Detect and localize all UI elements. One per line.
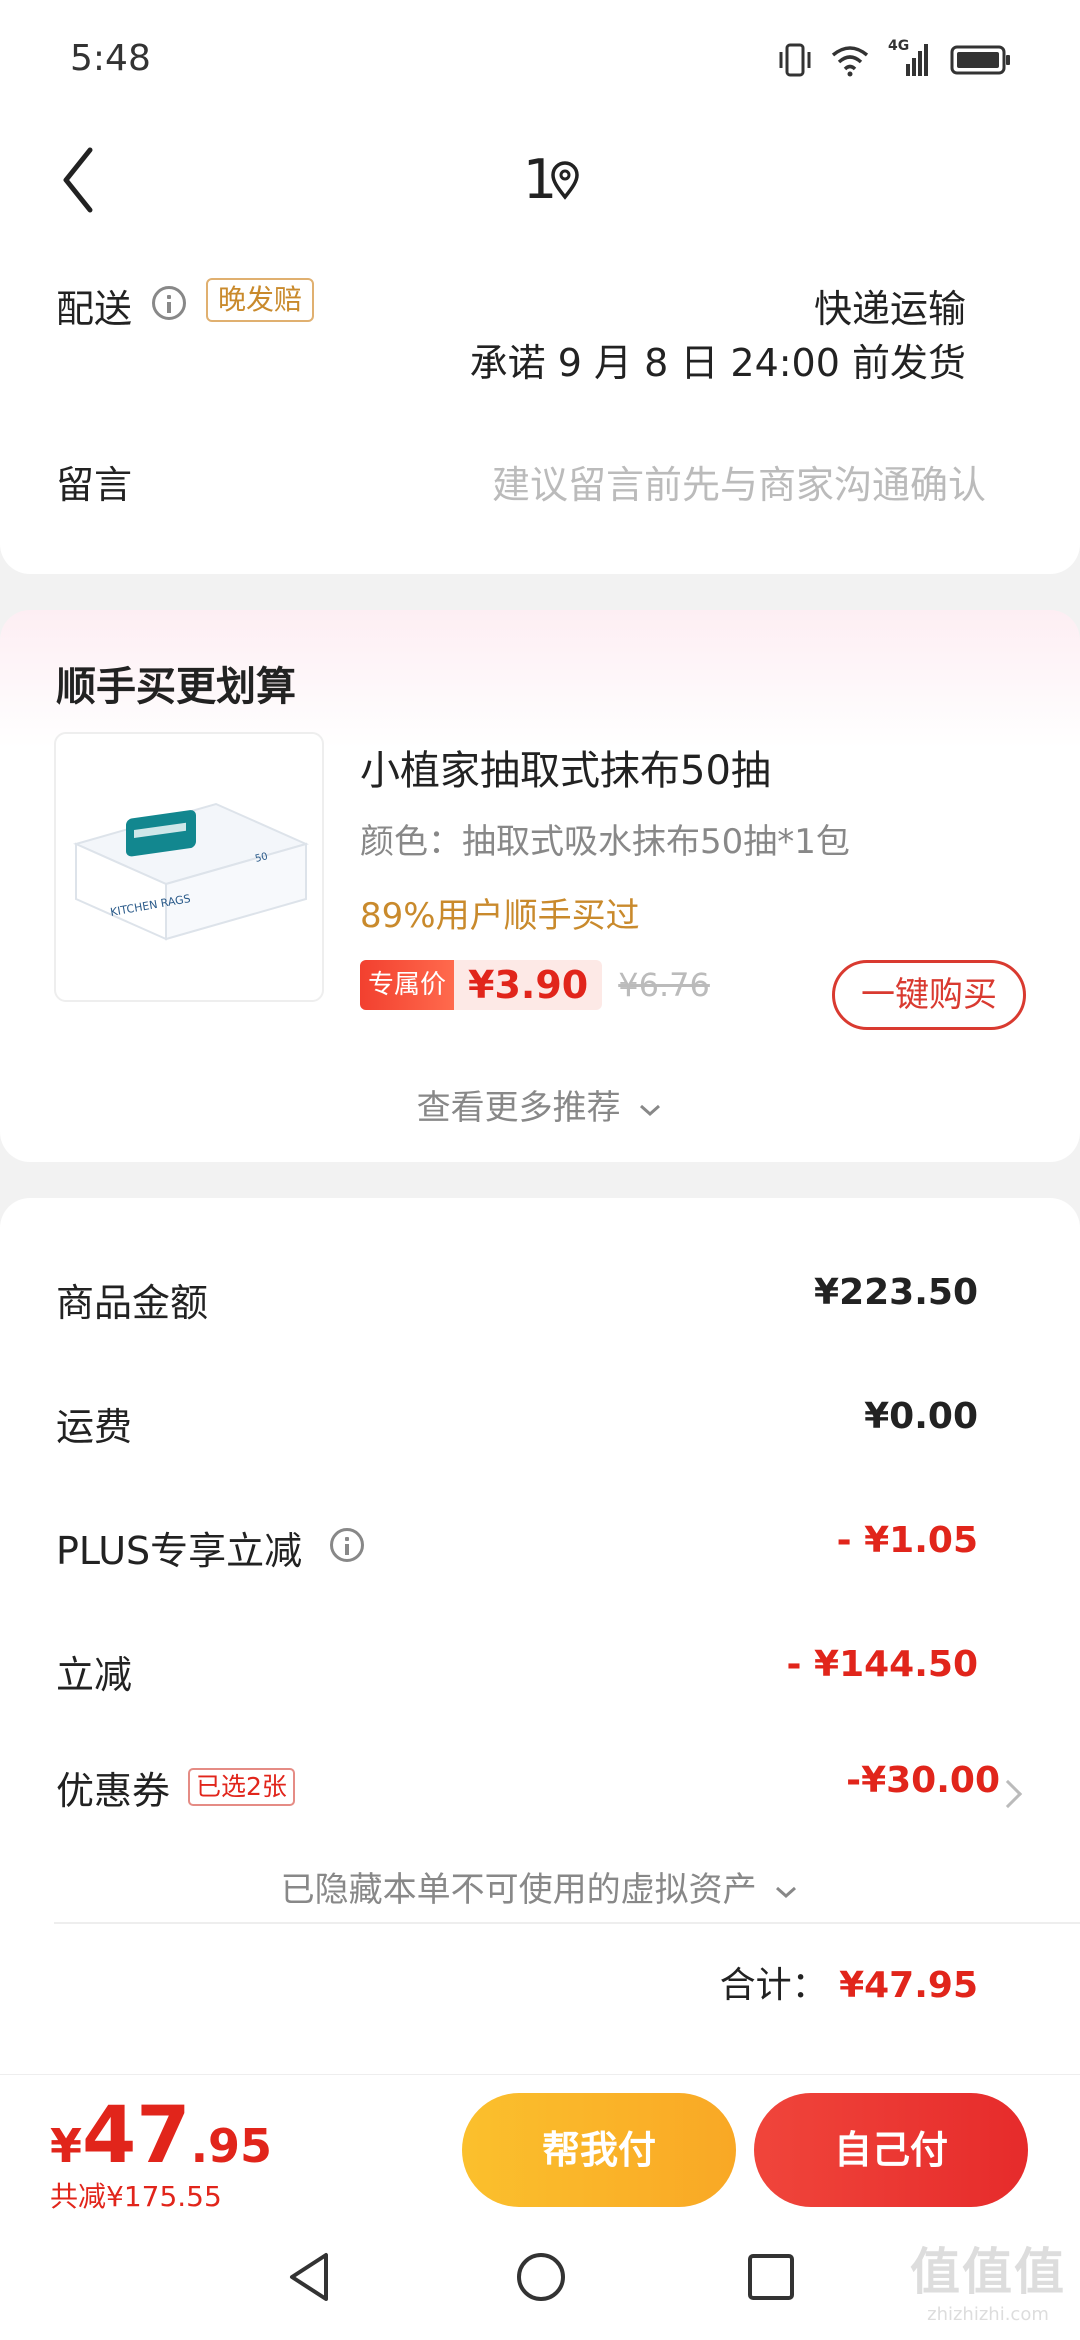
status-icons: 4G: [778, 38, 1012, 80]
goods-amount-label: 商品金额: [56, 1281, 209, 1325]
header: 1: [0, 120, 1080, 240]
total-label: 合计：: [719, 1965, 828, 2006]
status-time: 5:48: [70, 38, 151, 79]
delivery-card: 配送 晚发赔 快递运输 承诺 9 月 8 日 24:00 前发货 留言 建议留言…: [0, 240, 1080, 574]
help-pay-button[interactable]: 帮我付: [462, 2093, 736, 2207]
plus-discount-row: PLUS专享立减 - ¥1.05: [56, 1520, 978, 1580]
amounts-card: 商品金额 ¥223.50 运费 ¥0.00 PLUS专享立减 - ¥1.05 立…: [0, 1198, 1080, 2074]
hidden-assets-toggle[interactable]: 已隐藏本单不可使用的虚拟资产: [0, 1862, 1080, 1911]
location-pin-icon[interactable]: [548, 160, 582, 200]
wifi-icon: [831, 46, 869, 77]
page-title: 1: [522, 148, 558, 211]
payable-yen: ¥: [50, 2119, 83, 2173]
shipping-method[interactable]: 快递运输: [814, 278, 966, 333]
goods-amount-value: ¥223.50: [814, 1272, 978, 1313]
chevron-down-icon: [776, 1886, 797, 1898]
watermark-sub: zhizhizhi.com: [927, 2304, 1049, 2325]
divider: [54, 1922, 1080, 1924]
shipping-fee-row: 运费 ¥0.00: [56, 1396, 978, 1456]
payable-amount: ¥47.95: [50, 2091, 272, 2181]
recommend-card: 顺手买更划算 KITCHEN RAGS 50 小植家抽取式抹布50抽 颜色：抽取…: [0, 610, 1080, 1162]
plus-discount-label: PLUS专享立减: [56, 1529, 303, 1573]
coupon-label: 优惠券: [56, 1769, 171, 1813]
delivery-info-icon[interactable]: [152, 286, 186, 320]
hidden-assets-label: 已隐藏本单不可使用的虚拟资产: [280, 1870, 757, 1910]
nav-recent-icon[interactable]: [746, 2252, 796, 2302]
message-input[interactable]: 建议留言前先与商家沟通确认: [492, 454, 986, 509]
nav-back-icon[interactable]: [286, 2250, 334, 2304]
signal-icon: 4G: [888, 38, 932, 78]
bottom-pay-bar: ¥47.95 共减¥175.55 帮我付 自己付: [0, 2074, 1080, 2214]
shipping-promise: 承诺 9 月 8 日 24:00 前发货: [469, 341, 966, 385]
instant-discount-row: 立减 - ¥144.50: [56, 1644, 978, 1704]
plus-info-icon[interactable]: [330, 1528, 364, 1562]
order-total: 合计： ¥47.95: [720, 1956, 978, 2008]
nav-home-icon[interactable]: [514, 2250, 568, 2304]
shipping-fee-label: 运费: [56, 1405, 133, 1449]
chevron-down-icon: [640, 1104, 661, 1116]
product-price: 专属价 ¥3.90 ¥6.76: [360, 958, 710, 1012]
delivery-label: 配送: [56, 287, 133, 331]
battery-icon: [950, 45, 1010, 75]
total-saved: 共减¥175.55: [50, 2180, 222, 2213]
coupon-selected-tag: 已选2张: [188, 1768, 295, 1806]
product-name[interactable]: 小植家抽取式抹布50抽: [360, 738, 771, 796]
self-pay-button[interactable]: 自己付: [754, 2093, 1028, 2207]
status-bar: 5:48 4G: [0, 0, 1080, 120]
recommend-title: 顺手买更划算: [56, 664, 296, 710]
total-value: ¥47.95: [839, 1965, 978, 2006]
see-more-label: 查看更多推荐: [416, 1088, 621, 1128]
original-price: ¥6.76: [618, 966, 710, 1004]
coupon-value: -¥30.00: [846, 1760, 1000, 1801]
one-click-buy-button[interactable]: 一键购买: [832, 960, 1026, 1030]
plus-discount-value: - ¥1.05: [836, 1520, 978, 1561]
product-spec: 颜色：抽取式吸水抹布50抽*1包: [360, 822, 850, 862]
shipping-fee-value: ¥0.00: [864, 1396, 978, 1437]
exclusive-price: ¥3.90: [454, 960, 603, 1010]
exclusive-price-tag: 专属价: [360, 960, 455, 1010]
instant-discount-label: 立减: [56, 1653, 133, 1697]
payable-integer: 47: [82, 2091, 191, 2181]
see-more-recommend[interactable]: 查看更多推荐: [0, 1080, 1080, 1129]
goods-amount-row: 商品金额 ¥223.50: [56, 1272, 978, 1332]
watermark: 值值值 zhizhizhi.com: [910, 2232, 1066, 2325]
payable-decimal: .95: [190, 2119, 273, 2173]
instant-discount-value: - ¥144.50: [786, 1644, 978, 1685]
vibrate-icon: [779, 43, 811, 77]
watermark-main: 值值值: [910, 2243, 1066, 2301]
late-compensation-tag: 晚发赔: [206, 278, 315, 322]
product-social-proof: 89%用户顺手买过: [360, 896, 640, 936]
product-image[interactable]: KITCHEN RAGS 50: [54, 732, 324, 1002]
coupon-row[interactable]: 优惠券 已选2张 -¥30.00: [56, 1760, 1000, 1820]
message-label: 留言: [56, 463, 133, 507]
